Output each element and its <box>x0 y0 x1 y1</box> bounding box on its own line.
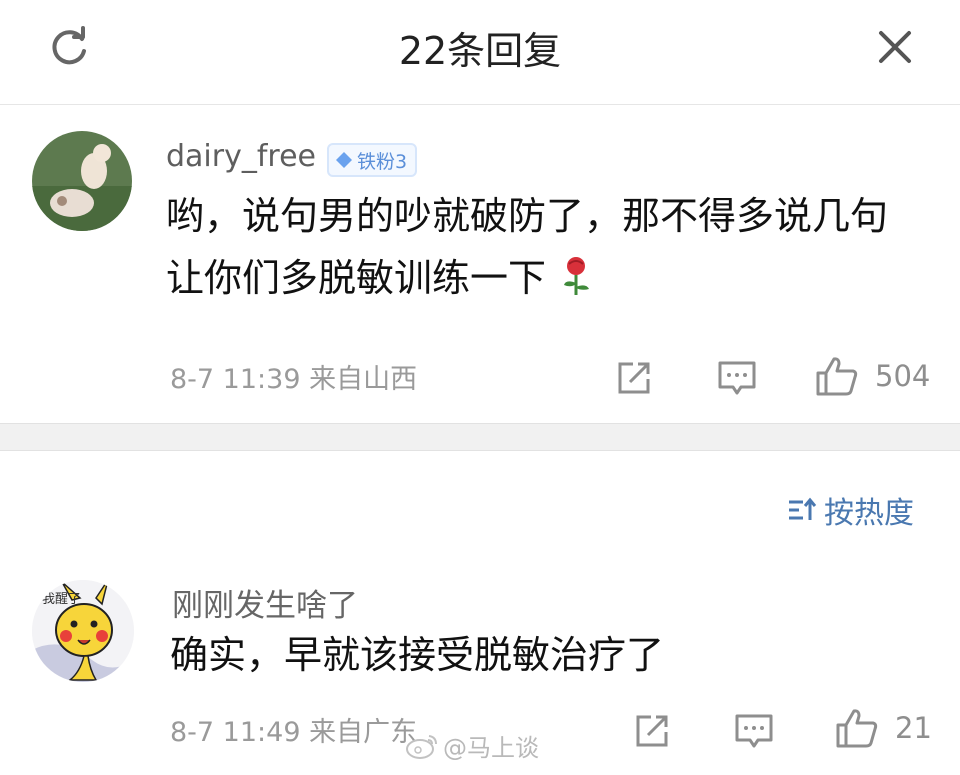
watermark: @马上谈 <box>405 728 539 763</box>
comment-meta: 8-7 11:49 来自广东 <box>170 710 417 749</box>
comment-meta: 8-7 11:39 来自山西 <box>170 357 417 396</box>
location: 来自山西 <box>309 364 418 395</box>
share-button[interactable] <box>633 712 671 750</box>
comment-icon <box>735 714 773 748</box>
rose-icon <box>564 257 590 295</box>
section-divider <box>0 423 960 451</box>
sort-by-hot-button[interactable]: 按热度 <box>786 488 914 532</box>
like-icon <box>816 357 858 396</box>
main-comment: dairy_free 铁粉3 哟，说句男的吵就破防了，那不得多说几句 让你们多脱… <box>0 105 960 425</box>
username[interactable]: 刚刚发生啥了 <box>172 580 358 625</box>
timestamp: 8-7 11:39 <box>170 364 301 395</box>
like-button[interactable]: 21 <box>835 707 932 749</box>
avatar-caption: 我醒了 <box>42 592 82 607</box>
comment-text-line: 让你们多脱敏训练一下 <box>166 256 547 300</box>
comment-button[interactable] <box>717 359 757 397</box>
avatar[interactable]: 我醒了 <box>32 580 134 682</box>
header-bar: 22条回复 <box>0 0 960 105</box>
avatar[interactable] <box>32 131 132 231</box>
fan-badge: 铁粉3 <box>327 143 418 177</box>
comment-text-line: 哟，说句男的吵就破防了，那不得多说几句 <box>166 194 889 238</box>
diamond-icon <box>336 152 352 168</box>
like-count: 21 <box>895 711 932 745</box>
like-button[interactable]: 504 <box>815 355 930 397</box>
close-icon <box>879 31 911 63</box>
sort-icon <box>789 497 817 520</box>
share-icon <box>636 715 668 747</box>
watermark-text: @马上谈 <box>443 734 539 762</box>
sort-label: 按热度 <box>824 496 914 531</box>
like-icon <box>836 709 878 748</box>
badge-label: 铁粉3 <box>357 150 408 173</box>
comment-icon <box>718 361 756 395</box>
comment-button[interactable] <box>734 712 774 750</box>
share-button[interactable] <box>615 359 653 397</box>
comment-text: 确实，早就该接受脱敏治疗了 <box>170 633 665 677</box>
comment-text: 哟，说句男的吵就破防了，那不得多说几句 让你们多脱敏训练一下 <box>166 185 946 309</box>
timestamp: 8-7 11:49 <box>170 717 301 748</box>
close-button[interactable] <box>870 22 920 72</box>
username[interactable]: dairy_free <box>166 139 316 174</box>
share-icon <box>618 362 650 394</box>
like-count: 504 <box>875 359 931 393</box>
location: 来自广东 <box>309 717 418 748</box>
page-title: 22条回复 <box>398 29 562 73</box>
weibo-logo-icon <box>406 734 437 759</box>
